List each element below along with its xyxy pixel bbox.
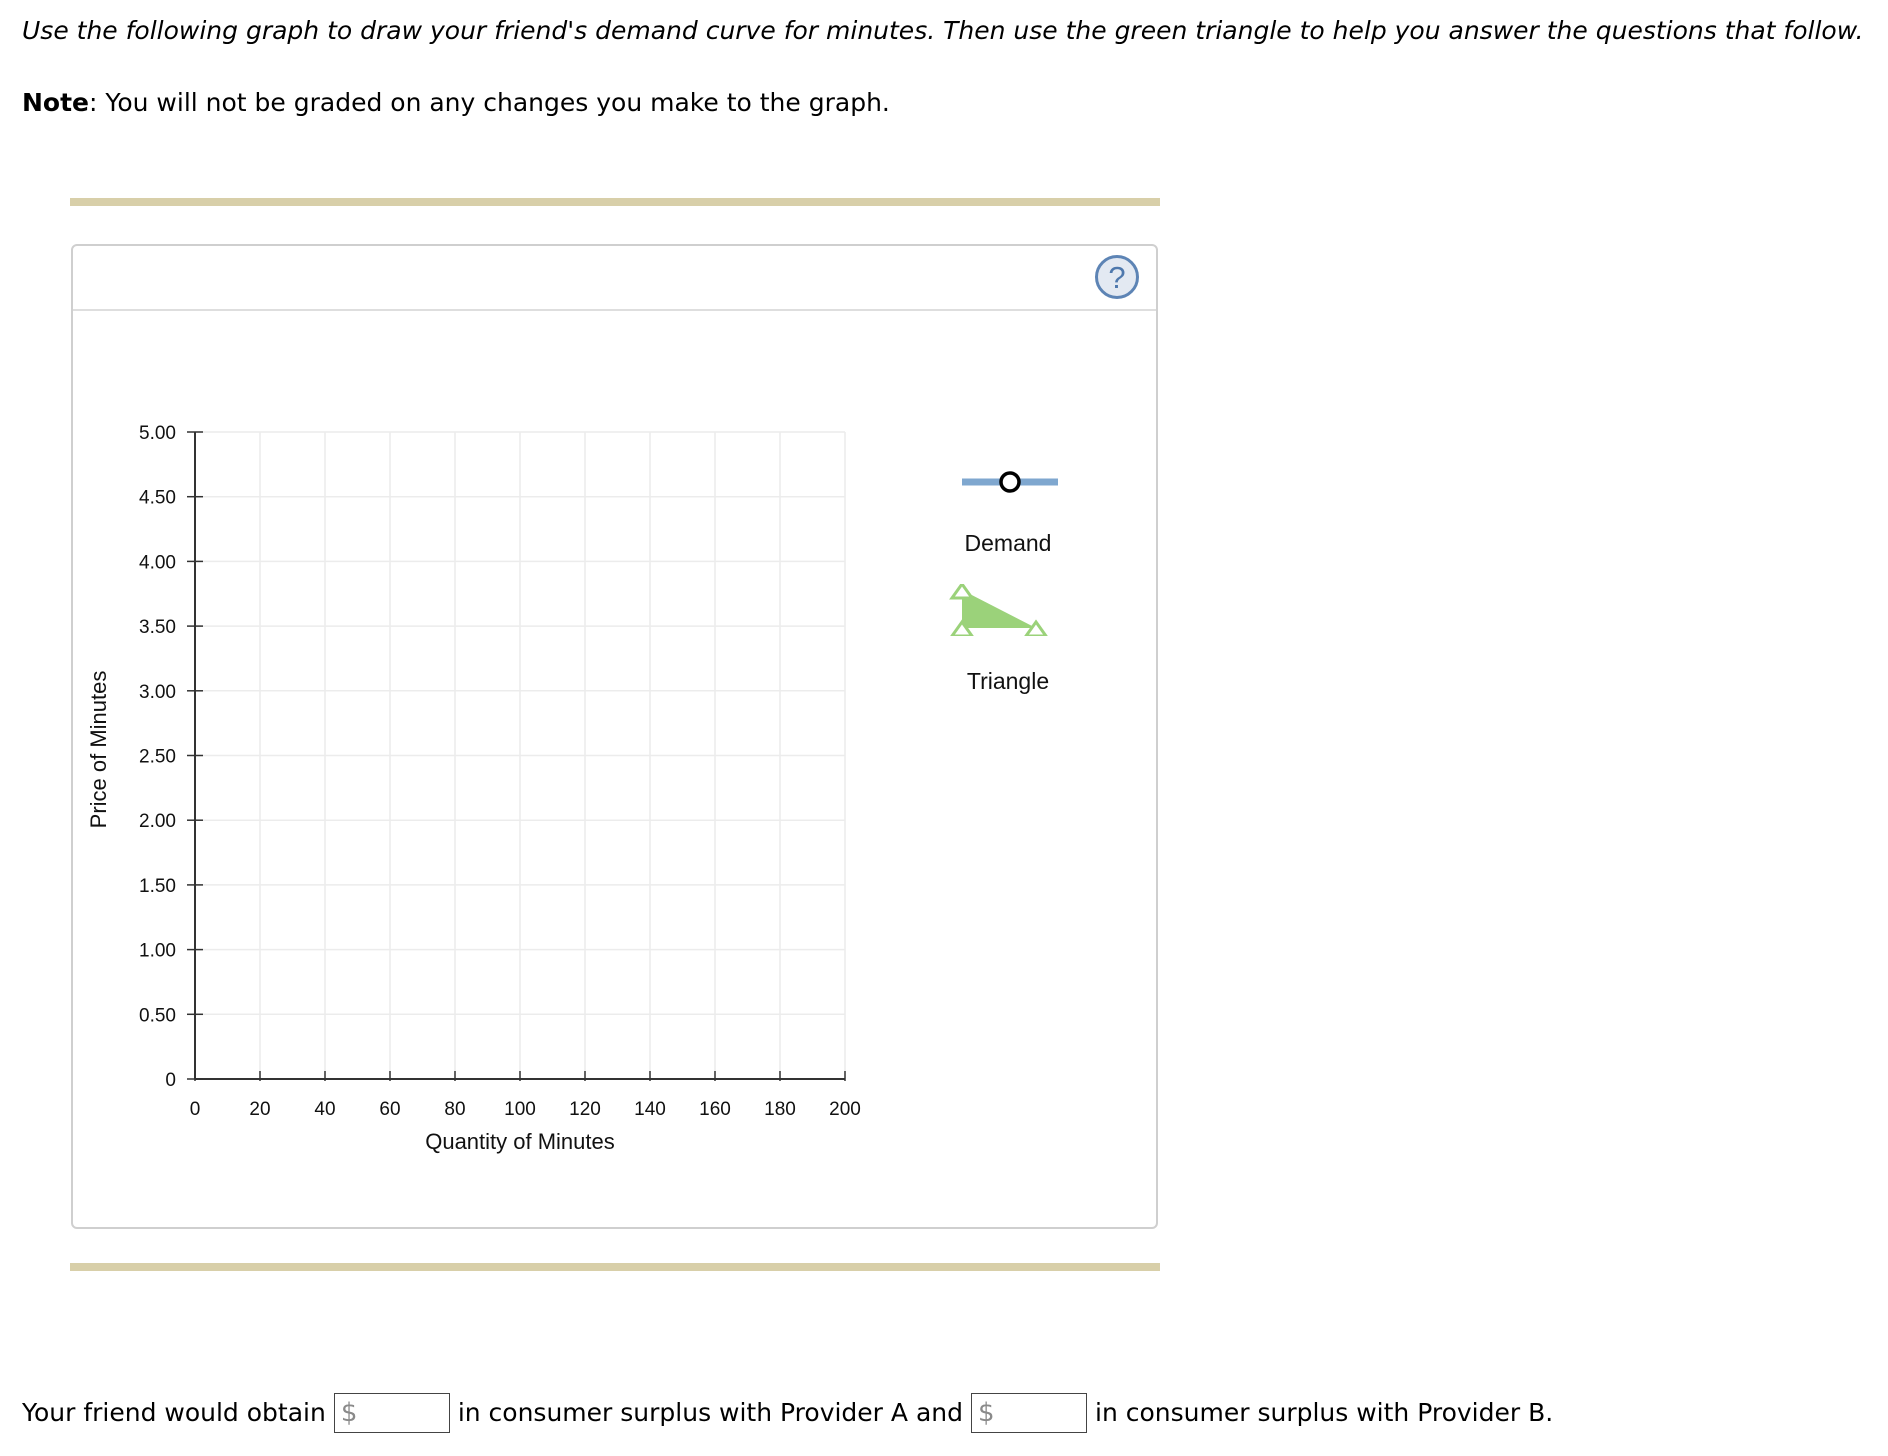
bottom-divider-bar xyxy=(70,1263,1160,1271)
dollar-sign: $ xyxy=(978,1398,995,1428)
y-axis-ticks: 0 0.50 1.00 1.50 2.00 2.50 3.00 3.50 4.00 4.50 5.0… xyxy=(139,423,203,1091)
x-tick-label: 200 xyxy=(829,1099,861,1120)
x-axis-title: Quantity of Minutes xyxy=(425,1129,615,1154)
x-tick-label: 140 xyxy=(634,1099,666,1120)
graph-area[interactable]: 0 20 40 60 80 100 120 140 160 180 200 0 0.50 1.00 1.5… xyxy=(73,246,1156,1227)
answer-middle: in consumer surplus with Provider A and xyxy=(457,1398,963,1427)
y-tick-label: 5.00 xyxy=(139,423,176,444)
triangle-tool-label: Triangle xyxy=(966,668,1050,694)
y-tick-label: 4.00 xyxy=(139,552,176,573)
y-tick-label: 0.50 xyxy=(139,1005,176,1026)
y-tick-label: 3.50 xyxy=(139,617,176,638)
graph-panel: ? 0 20 40 60 80 100 120 140 160 180 200 0 0.50 1.00 1… xyxy=(71,244,1158,1229)
grid-lines xyxy=(194,431,846,1080)
note-body: : You will not be graded on any changes … xyxy=(89,88,890,117)
note-label: Note xyxy=(22,88,90,117)
x-tick-label: 80 xyxy=(444,1099,465,1120)
x-tick-label: 180 xyxy=(764,1099,796,1120)
top-divider-bar xyxy=(70,198,1160,206)
note-text: Note: You will not be graded on any chan… xyxy=(22,86,890,120)
demand-tool[interactable] xyxy=(948,462,1068,502)
x-tick-label: 0 xyxy=(190,1099,201,1120)
dollar-sign: $ xyxy=(340,1398,358,1428)
y-tick-label: 2.50 xyxy=(139,747,176,768)
x-tick-label: 60 xyxy=(379,1099,400,1120)
answer-suffix: in consumer surplus with Provider B. xyxy=(1095,1398,1554,1427)
x-tick-label: 160 xyxy=(699,1099,731,1120)
x-tick-label: 100 xyxy=(504,1099,536,1120)
demand-tool-label: Demand xyxy=(964,530,1052,556)
provider-a-surplus-field[interactable]: $ xyxy=(333,1393,450,1433)
y-tick-label: 1.00 xyxy=(139,941,176,962)
y-tick-label: 4.50 xyxy=(139,488,176,509)
x-tick-label: 40 xyxy=(314,1099,335,1120)
answer-sentence: Your friend would obtain $ in consumer s… xyxy=(22,1392,1553,1434)
x-tick-label: 120 xyxy=(569,1099,601,1120)
y-axis-title: Price of Minutes xyxy=(86,671,111,829)
x-tick-label: 20 xyxy=(249,1099,270,1120)
provider-a-surplus-input[interactable] xyxy=(357,1395,450,1431)
instructions-text: Use the following graph to draw your fri… xyxy=(22,16,1864,45)
provider-b-surplus-input[interactable] xyxy=(994,1395,1087,1431)
y-tick-label: 0 xyxy=(165,1070,176,1091)
y-tick-label: 1.50 xyxy=(139,876,176,897)
provider-b-surplus-field[interactable]: $ xyxy=(971,1393,1087,1433)
y-tick-label: 2.00 xyxy=(139,811,176,832)
demand-line-icon xyxy=(962,471,1058,493)
triangle-icon xyxy=(949,581,1049,638)
y-tick-label: 3.00 xyxy=(139,682,176,703)
triangle-tool[interactable] xyxy=(948,581,1068,638)
answer-prefix: Your friend would obtain xyxy=(22,1398,326,1427)
